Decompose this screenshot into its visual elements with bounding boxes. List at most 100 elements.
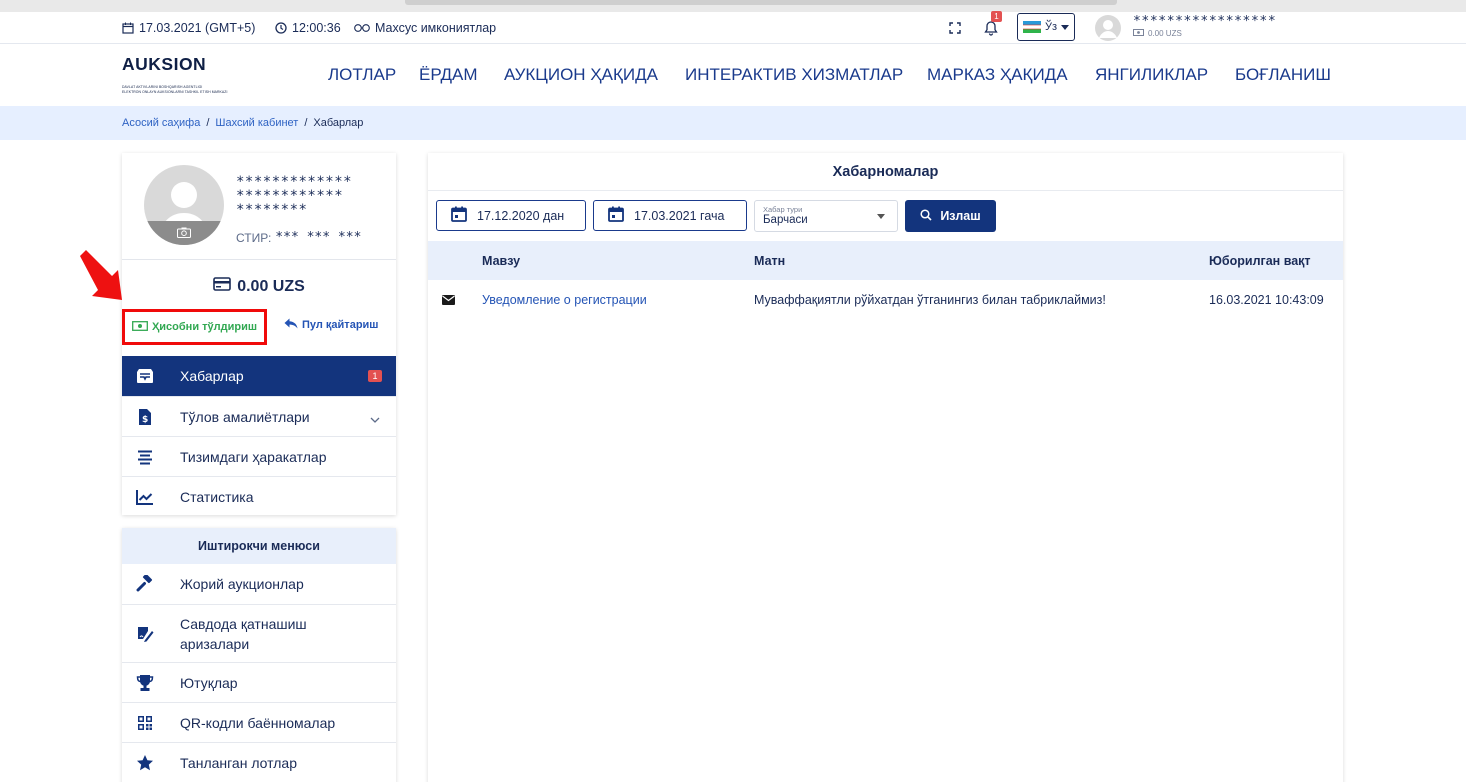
table-row[interactable]: Уведомление о регистрации Муваффақиятли … [428,280,1343,319]
message-type-label: Хабар тури [763,205,803,214]
menu-item-label: Хабарлар [180,368,244,384]
list-icon [136,448,154,466]
auksion-logo[interactable]: AUKSION DAVLAT AKTIVLARINI BOSHQARISH AG… [122,51,246,97]
top-bar: 17.03.2021 (GMT+5) 12:00:36 Махсус имкон… [0,11,1466,44]
participant-menu-title: Иштирокчи менюси [122,528,396,564]
profile-card: ************* ************ ******** СТИР… [122,153,396,515]
trophy-icon [136,674,154,692]
envelope-icon [442,280,455,319]
row-text: Муваффақиятли рўйхатдан ўтганингиз билан… [754,292,1106,307]
nav-help[interactable]: ЁРДАМ [419,45,478,105]
breadcrumb-home[interactable]: Асосий саҳифа [122,117,200,129]
calendar-icon [608,206,624,225]
language-select[interactable]: Ўз [1017,13,1076,41]
menu-item-label: Ютуқлар [180,674,238,691]
nav-about-center[interactable]: МАРКАЗ ҲАҚИДА [927,45,1068,105]
menu-item-label: Тўлов амалиётлари [180,408,310,425]
nav-interactive-services[interactable]: ИНТЕРАКТИВ ХИЗМАТЛАР [685,45,903,105]
notifications-panel: Хабарномалар 17.12.2020 дан 17.03.2021 г… [428,153,1343,782]
breadcrumb-cabinet[interactable]: Шахсий кабинет [215,117,298,129]
fullscreen-icon[interactable] [949,12,961,44]
menu-item-messages[interactable]: Хабарлар 1 [122,356,396,396]
user-avatar[interactable] [1094,12,1122,44]
divider [122,259,396,260]
nav-lots[interactable]: ЛОТЛАР [328,45,396,105]
logo-wordmark: AUKSION [122,54,207,74]
logo-subtitle-2: ELEKTRON ONLAYN AUKSIONLARNI TASHKIL ETI… [122,90,228,94]
row-sent-time: 16.03.2021 10:43:09 [1209,292,1324,307]
special-features-link[interactable]: Махсус имкониятлар [354,12,496,44]
refund-label: Пул қайтариш [302,319,379,331]
topup-label: Ҳисобни тўлдириш [151,321,258,333]
scrollbar-thumb[interactable] [405,0,1117,5]
chart-icon [136,488,154,506]
column-subject[interactable]: Мавзу [482,241,520,280]
language-label: Ўз [1045,21,1058,33]
breadcrumb-current: Хабарлар [313,117,364,129]
time-display: 12:00:36 [275,12,341,44]
profile-avatar[interactable] [144,165,224,245]
notifications-bell[interactable]: 1 [984,11,1002,44]
window-scrollbar[interactable] [0,0,1466,12]
menu-item-activity[interactable]: Тизимдаги ҳаракатлар [122,436,396,476]
stir-label: СТИР: [236,230,272,245]
calendar-icon [122,22,134,34]
nav-news[interactable]: ЯНГИЛИКЛАР [1095,45,1208,105]
user-balance: 0.00 UZS [1148,29,1182,38]
menu-item-qr-protocols[interactable]: QR-кодли баённомалар [122,702,396,742]
messages-count-badge: 1 [368,370,382,382]
credit-card-icon [213,277,232,296]
menu-item-current-auctions[interactable]: Жорий аукционлар [122,564,396,604]
bell-icon [984,20,998,36]
date-to-picker[interactable]: 17.03.2021 гача [593,200,747,231]
search-icon [920,208,932,224]
menu-item-label: QR-кодли баённомалар [180,714,336,731]
menu-item-label: Статистика [180,488,254,505]
menu-item-applications[interactable]: Савдода қатнашиш аризалари [122,604,396,662]
date-from-value: 17.12.2020 дан [477,208,565,223]
table-header: Мавзу Матн Юборилган вақт [428,241,1343,280]
reply-arrow-icon [284,318,298,332]
cash-icon [1133,29,1144,38]
current-time: 12:00:36 [292,21,341,35]
clock-icon [275,22,287,34]
message-type-select[interactable]: Хабар тури Барчаси [754,200,898,232]
participant-menu: Иштирокчи менюси Жорий аукционлар Савдод… [122,528,396,782]
uzbekistan-flag-icon [1023,21,1041,33]
refund-button[interactable]: Пул қайтариш [284,318,378,332]
banknote-icon [132,320,148,334]
date-from-picker[interactable]: 17.12.2020 дан [436,200,586,231]
balance-amount: 0.00 UZS [237,277,305,295]
notification-count-badge: 1 [991,11,1002,22]
menu-item-label: Танланган лотлар [180,754,297,771]
current-date: 17.03.2021 (GMT+5) [139,21,256,35]
date-to-value: 17.03.2021 гача [634,208,725,223]
camera-icon[interactable] [177,225,191,243]
menu-item-statistics[interactable]: Статистика [122,476,396,516]
topup-account-button[interactable]: Ҳисобни тўлдириш [122,309,267,345]
nav-about-auction[interactable]: АУКЦИОН ҲАҚИДА [504,45,658,105]
search-button[interactable]: Излаш [905,200,996,232]
row-subject[interactable]: Уведомление о регистрации [482,280,647,319]
calendar-icon [451,206,467,225]
gavel-icon [136,575,154,593]
profile-name: ************* ************ ******** [236,174,353,218]
qr-icon [136,714,154,732]
menu-item-label: Тизимдаги ҳаракатлар [180,448,327,465]
menu-item-payments[interactable]: $ Тўлов амалиётлари [122,396,396,436]
user-info[interactable]: ***************** 0.00 UZS [1133,15,1276,38]
special-features-label: Махсус имкониятлар [375,21,497,35]
breadcrumb-separator: / [304,117,308,129]
notifications-title: Хабарномалар [428,153,1343,191]
caret-down-icon [1061,24,1070,30]
caret-down-icon [877,214,885,219]
annotation-arrow-icon [78,250,134,307]
column-sent-time[interactable]: Юборилган вақт [1209,241,1311,280]
stir-value: *** *** *** [275,230,362,245]
menu-item-label: Жорий аукционлар [180,576,304,592]
breadcrumb: Асосий саҳифа / Шахсий кабинет / Хабарла… [0,106,1466,140]
menu-item-favorite-lots[interactable]: Танланган лотлар [122,742,396,782]
nav-contact[interactable]: БОҒЛАНИШ [1235,45,1331,105]
column-text[interactable]: Матн [754,241,785,280]
menu-item-winnings[interactable]: Ютуқлар [122,662,396,702]
